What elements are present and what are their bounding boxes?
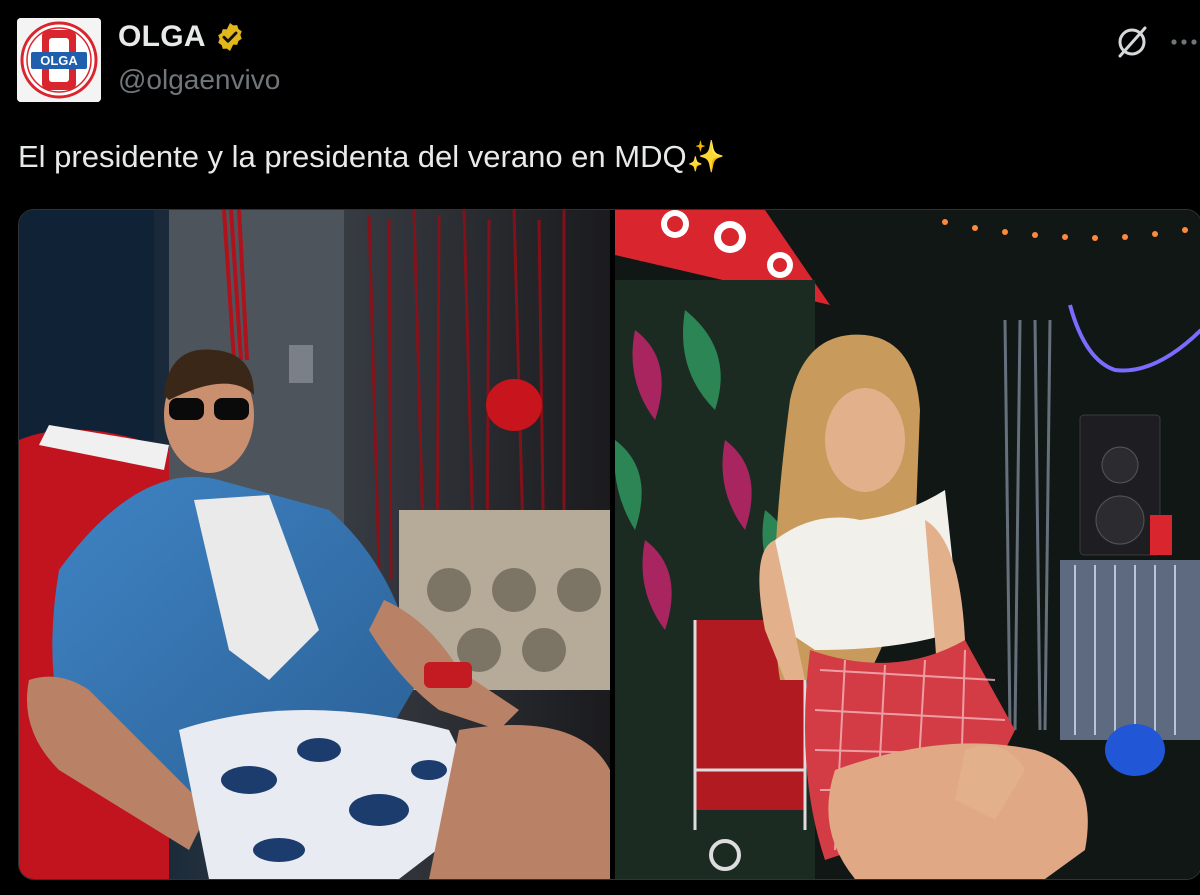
author-display-name[interactable]: OLGA [118,20,206,54]
grok-icon [1118,26,1147,58]
media-photo-right[interactable] [615,210,1200,879]
olga-logo-icon: OLGA [17,18,101,102]
tweet-media-grid [18,209,1200,880]
more-options-button[interactable] [1166,22,1200,62]
avatar-logo-text: OLGA [40,53,78,68]
sparkles-emoji-icon: ✨ [686,139,726,174]
photo-man-sunglasses-icon [19,210,610,879]
more-options-icon [1171,39,1197,45]
author-name-row: OLGA [118,20,246,54]
tweet-text-body: El presidente y la presidenta del verano… [18,139,687,174]
author-handle[interactable]: @olgaenvivo [118,64,280,96]
verified-badge-icon [218,23,242,51]
tweet-text: El presidente y la presidenta del verano… [18,138,725,175]
author-avatar[interactable]: OLGA [17,18,101,102]
photo-woman-party-icon [615,210,1200,879]
media-photo-left[interactable] [19,210,610,879]
grok-button[interactable] [1112,22,1152,62]
